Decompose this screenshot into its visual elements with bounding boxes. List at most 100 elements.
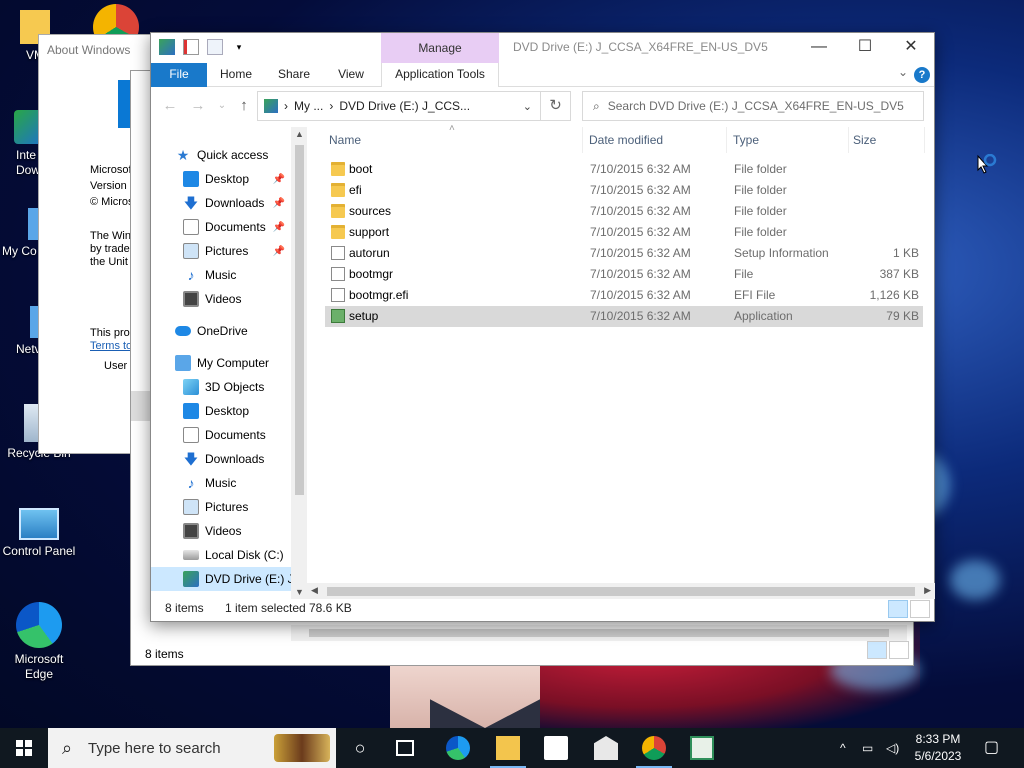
manage-contextual-tab[interactable]: Manage (381, 33, 499, 63)
breadcrumb-my-computer[interactable]: My ... (294, 99, 323, 113)
scroll-up-arrow-icon[interactable]: ▲ (295, 129, 304, 139)
new-folder-icon[interactable] (207, 39, 223, 55)
file-row-selected[interactable]: setup 7/10/2015 6:32 AM Application 79 K… (325, 306, 923, 327)
search-input[interactable]: ⌕ Search DVD Drive (E:) J_CCSA_X64FRE_EN… (582, 91, 924, 121)
file-explorer-window[interactable]: ▾ Manage DVD Drive (E:) J_CCSA_X64FRE_EN… (150, 32, 935, 622)
desktop-icon-edge[interactable]: Microsoft Edge (0, 602, 78, 682)
breadcrumb-dvd-drive[interactable]: DVD Drive (E:) J_CCS... (339, 99, 470, 113)
large-icons-view-button[interactable] (889, 641, 909, 659)
taskbar-search-placeholder: Type here to search (88, 739, 221, 757)
refresh-button[interactable]: ↻ (541, 91, 571, 121)
scroll-left-arrow-icon[interactable]: ◀ (311, 585, 318, 596)
nav-3d-objects[interactable]: 3D Objects (151, 375, 291, 399)
breadcrumb-separator: › (284, 99, 288, 113)
nav-dvd-drive[interactable]: DVD Drive (E:) J_ (151, 567, 300, 591)
scroll-right-arrow-icon[interactable]: ▶ (924, 585, 931, 596)
nav-pc-videos[interactable]: Videos (151, 519, 291, 543)
nav-qa-pictures[interactable]: Pictures 📌 (151, 239, 291, 263)
start-button[interactable] (0, 728, 48, 768)
tab-application-tools[interactable]: Application Tools (381, 63, 499, 87)
file-row[interactable]: autorun 7/10/2015 6:32 AM Setup Informat… (325, 243, 923, 264)
show-hidden-icons-icon[interactable]: ^ (840, 728, 846, 768)
horizontal-scrollbar[interactable] (291, 625, 907, 641)
title-bar[interactable]: ▾ Manage DVD Drive (E:) J_CCSA_X64FRE_EN… (151, 33, 934, 63)
file-row[interactable]: support 7/10/2015 6:32 AM File folder (325, 222, 923, 243)
nav-qa-documents[interactable]: Documents 📌 (151, 215, 291, 239)
setup-app-icon (331, 309, 345, 323)
scroll-down-arrow-icon[interactable]: ▼ (295, 587, 304, 597)
scroll-thumb[interactable] (327, 587, 915, 596)
nav-my-computer[interactable]: My Computer (151, 351, 291, 375)
taskbar-clock[interactable]: 8:33 PM 5/6/2023 (908, 731, 968, 765)
network-icon[interactable]: ▭ (862, 728, 873, 768)
properties-icon[interactable] (183, 39, 199, 55)
details-view-button[interactable] (867, 641, 887, 659)
nav-qa-music[interactable]: ♪ Music (151, 263, 291, 287)
nav-qa-videos[interactable]: Videos (151, 287, 291, 311)
busy-cursor-icon (976, 153, 1004, 181)
file-row[interactable]: sources 7/10/2015 6:32 AM File folder (325, 201, 923, 222)
column-header-size[interactable]: Size (849, 127, 925, 153)
scroll-thumb[interactable] (309, 629, 889, 637)
nav-onedrive[interactable]: OneDrive (151, 319, 291, 343)
back-button[interactable]: ← (159, 95, 181, 117)
nav-pc-pictures[interactable]: Pictures (151, 495, 291, 519)
tab-file[interactable]: File (151, 63, 207, 87)
column-header-date-modified[interactable]: Date modified (585, 127, 727, 153)
maximize-button[interactable]: ☐ (842, 33, 888, 61)
nav-qa-desktop[interactable]: Desktop 📌 (151, 167, 291, 191)
nav-pc-downloads[interactable]: 🡇 Downloads (151, 447, 291, 471)
mail-icon[interactable] (594, 736, 618, 760)
tab-home[interactable]: Home (213, 63, 259, 87)
pin-icon: 📌 (272, 245, 285, 257)
nav-pc-documents[interactable]: Documents (151, 423, 291, 447)
hard-drive-icon (183, 550, 199, 560)
file-row[interactable]: boot 7/10/2015 6:32 AM File folder (325, 159, 923, 180)
scroll-thumb[interactable] (295, 145, 304, 495)
quick-access-toolbar: ▾ (159, 39, 247, 55)
file-row[interactable]: bootmgr.efi 7/10/2015 6:32 AM EFI File 1… (325, 285, 923, 306)
nav-quick-access[interactable]: ★ Quick access (151, 143, 291, 167)
notification-icon[interactable]: ▢ (984, 728, 999, 768)
desktop-icon-control-panel[interactable]: Control Panel (0, 508, 78, 559)
nav-pc-music[interactable]: ♪ Music (151, 471, 291, 495)
chevron-down-icon[interactable]: ⌄ (523, 100, 532, 113)
expand-ribbon-icon[interactable]: ⌄ (898, 65, 908, 79)
column-header-name[interactable]: Name (325, 127, 583, 153)
large-icons-view-button[interactable] (910, 600, 930, 618)
chrome-icon[interactable] (636, 736, 672, 768)
address-row: ← → ⌄ ↑ › My ... › DVD Drive (E:) J_CCS.… (151, 89, 934, 123)
nav-qa-downloads[interactable]: 🡇 Downloads 📌 (151, 191, 291, 215)
minimize-button[interactable]: — (796, 33, 842, 61)
recent-locations-button[interactable]: ⌄ (211, 95, 233, 117)
nav-local-disk[interactable]: Local Disk (C:) (151, 543, 291, 567)
computer-icon (175, 355, 191, 371)
terms-link[interactable]: Terms to (90, 340, 132, 353)
file-explorer-icon[interactable] (490, 736, 526, 768)
close-button[interactable]: ✕ (888, 33, 934, 61)
edge-icon[interactable] (446, 736, 470, 760)
up-button[interactable]: ↑ (233, 95, 255, 117)
file-type: EFI File (734, 288, 776, 302)
file-row[interactable]: bootmgr 7/10/2015 6:32 AM File 387 KB (325, 264, 923, 285)
store-icon[interactable] (544, 736, 568, 760)
file-row[interactable]: efi 7/10/2015 6:32 AM File folder (325, 180, 923, 201)
help-icon[interactable]: ? (914, 67, 930, 83)
taskbar-search-input[interactable]: ⌕ Type here to search (48, 728, 336, 768)
column-header-type[interactable]: Type (729, 127, 849, 153)
tab-share[interactable]: Share (269, 63, 319, 87)
nav-pc-desktop[interactable]: Desktop (151, 399, 291, 423)
details-view-button[interactable] (888, 600, 908, 618)
address-bar[interactable]: › My ... › DVD Drive (E:) J_CCS... ⌄ (257, 91, 541, 121)
nav-vertical-scrollbar[interactable]: ▲ ▼ (291, 127, 307, 599)
app-icon[interactable] (690, 736, 714, 760)
task-view-icon[interactable] (396, 740, 414, 756)
volume-icon[interactable]: ◁) (886, 728, 899, 768)
search-icon: ⌕ (62, 737, 73, 758)
tab-view[interactable]: View (325, 63, 377, 87)
file-date: 7/10/2015 6:32 AM (590, 162, 691, 176)
forward-button[interactable]: → (187, 95, 209, 117)
file-type: File (734, 267, 754, 281)
chevron-down-icon[interactable]: ▾ (231, 39, 247, 55)
cortana-icon[interactable]: ○ (348, 736, 372, 760)
